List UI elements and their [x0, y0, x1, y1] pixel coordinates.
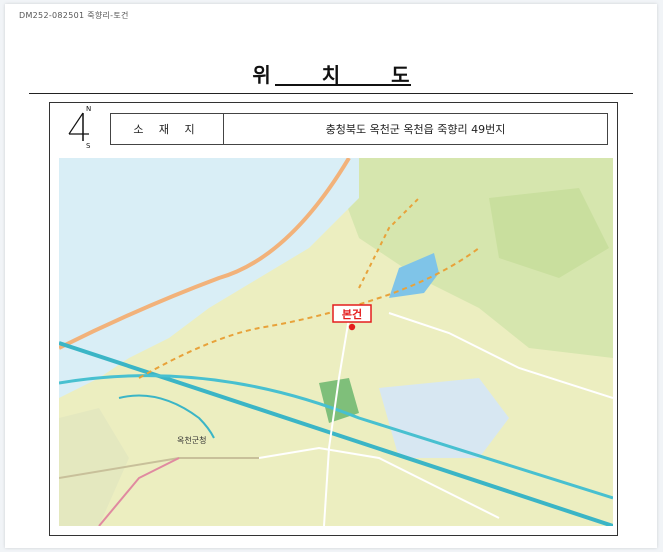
map-canvas: 옥천군청 본건	[59, 158, 613, 526]
title-underline	[275, 84, 411, 86]
document-page: DM252-082501 죽향리-토건 위 치 도 N S 소 재 지 충청북도…	[5, 4, 657, 548]
location-label: 소 재 지	[111, 114, 224, 144]
horizontal-rule	[29, 93, 633, 94]
location-map[interactable]: 옥천군청 본건	[59, 158, 613, 526]
location-value: 충청북도 옥천군 옥천읍 죽향리 49번지	[325, 123, 506, 136]
map-marker-label: 본건	[342, 307, 362, 321]
compass-south-label: S	[86, 142, 91, 150]
document-code: DM252-082501 죽향리-토건	[19, 11, 129, 20]
map-place-label: 옥천군청	[177, 435, 206, 445]
map-frame: N S 소 재 지 충청북도 옥천군 옥천읍 죽향리 49번지 옥천군청 본건	[49, 102, 618, 536]
compass-north-icon: N S	[64, 105, 92, 153]
compass-north-label: N	[86, 105, 92, 113]
location-table: 소 재 지 충청북도 옥천군 옥천읍 죽향리 49번지	[110, 113, 608, 145]
map-marker-pin-icon	[348, 323, 356, 331]
